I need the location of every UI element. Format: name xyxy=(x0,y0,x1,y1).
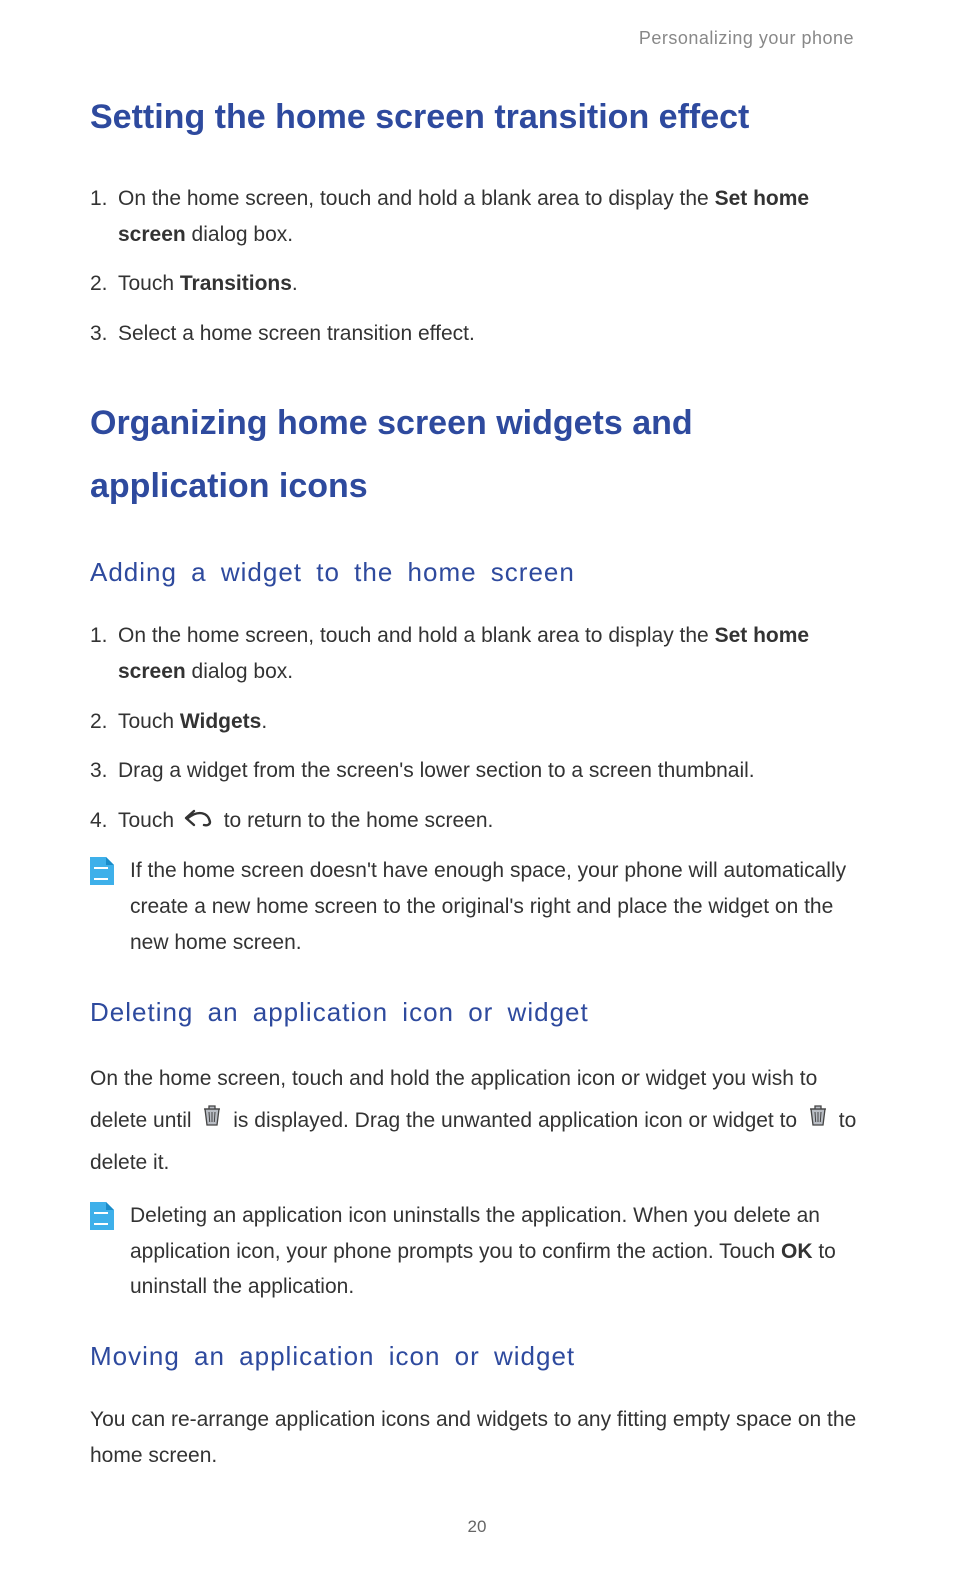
steps-list-adding-widget: 1. On the home screen, touch and hold a … xyxy=(90,618,864,839)
section-title-organizing: Organizing home screen widgets and appli… xyxy=(90,392,864,518)
note-doc-icon xyxy=(90,1202,114,1230)
step-item: 2. Touch Transitions. xyxy=(90,266,864,302)
text-fragment: to return to the home screen. xyxy=(224,809,494,832)
trash-icon xyxy=(807,1100,829,1142)
text-fragment: On the home screen, touch and hold a bla… xyxy=(118,187,715,210)
text-fragment: Touch xyxy=(118,809,180,832)
step-number: 4. xyxy=(90,803,118,839)
text-fragment: Deleting an application icon uninstalls … xyxy=(130,1204,820,1263)
step-number: 3. xyxy=(90,753,118,789)
paragraph-moving: You can re-arrange application icons and… xyxy=(90,1402,864,1473)
step-number: 2. xyxy=(90,266,118,302)
step-text: Drag a widget from the screen's lower se… xyxy=(118,753,864,789)
text-fragment: . xyxy=(292,272,298,295)
step-item: 1. On the home screen, touch and hold a … xyxy=(90,618,864,689)
step-number: 1. xyxy=(90,181,118,252)
text-fragment: Drag a widget from the screen's lower se… xyxy=(118,759,755,782)
chapter-header: Personalizing your phone xyxy=(90,28,864,49)
steps-list-transition: 1. On the home screen, touch and hold a … xyxy=(90,181,864,352)
paragraph-deleting: On the home screen, touch and hold the a… xyxy=(90,1058,864,1184)
text-fragment: Touch xyxy=(118,710,180,733)
step-number: 2. xyxy=(90,704,118,740)
step-text: Select a home screen transition effect. xyxy=(118,316,864,352)
text-fragment: Touch xyxy=(118,272,180,295)
text-fragment: dialog box. xyxy=(186,223,293,246)
step-text: On the home screen, touch and hold a bla… xyxy=(118,181,864,252)
subsection-title-moving: Moving an application icon or widget xyxy=(90,1341,864,1372)
note-doc-icon xyxy=(90,857,114,885)
step-text: Touch to return to the home screen. xyxy=(118,803,864,839)
step-number: 1. xyxy=(90,618,118,689)
text-fragment: . xyxy=(261,710,267,733)
step-number: 3. xyxy=(90,316,118,352)
text-fragment: On the home screen, touch and hold a bla… xyxy=(118,624,715,647)
text-bold: Transitions xyxy=(180,272,292,295)
step-item: 3. Select a home screen transition effec… xyxy=(90,316,864,352)
text-fragment: dialog box. xyxy=(186,660,293,683)
step-item: 4. Touch to return to the home screen. xyxy=(90,803,864,839)
step-text: Touch Transitions. xyxy=(118,266,864,302)
note-block: If the home screen doesn't have enough s… xyxy=(90,853,864,960)
note-text: If the home screen doesn't have enough s… xyxy=(130,853,864,960)
text-bold: Widgets xyxy=(180,710,261,733)
note-text: Deleting an application icon uninstalls … xyxy=(130,1198,864,1305)
step-text: On the home screen, touch and hold a bla… xyxy=(118,618,864,689)
note-block: Deleting an application icon uninstalls … xyxy=(90,1198,864,1305)
trash-icon xyxy=(201,1100,223,1142)
step-item: 2. Touch Widgets. xyxy=(90,704,864,740)
back-icon xyxy=(184,804,214,840)
text-bold: OK xyxy=(781,1240,813,1263)
step-text: Touch Widgets. xyxy=(118,704,864,740)
subsection-title-deleting: Deleting an application icon or widget xyxy=(90,997,864,1028)
text-fragment: Select a home screen transition effect. xyxy=(118,322,475,345)
step-item: 1. On the home screen, touch and hold a … xyxy=(90,181,864,252)
page-number: 20 xyxy=(0,1517,954,1537)
subsection-title-adding-widget: Adding a widget to the home screen xyxy=(90,557,864,588)
section-title-transition: Setting the home screen transition effec… xyxy=(90,95,864,141)
step-item: 3. Drag a widget from the screen's lower… xyxy=(90,753,864,789)
text-fragment: is displayed. Drag the unwanted applicat… xyxy=(233,1109,803,1132)
